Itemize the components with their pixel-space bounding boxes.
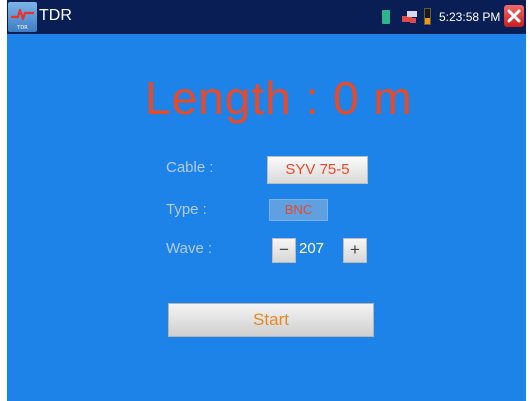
clock: 5:23:58 PM (439, 10, 501, 24)
sd-card-icon (382, 10, 390, 24)
cable-label: Cable : (166, 159, 214, 176)
close-icon (507, 9, 521, 23)
start-button[interactable]: Start (168, 303, 374, 337)
waveform-icon (11, 8, 34, 21)
app-title: TDR (39, 7, 72, 24)
length-readout: Length : 0 m (145, 72, 413, 124)
network-icon (402, 11, 417, 23)
tdr-app-icon[interactable]: TDR (8, 2, 37, 32)
wave-decrement-button[interactable]: − (272, 238, 296, 263)
title-bar: TDR TDR 5:23:58 PM (7, 0, 526, 34)
tdr-screen: TDR TDR 5:23:58 PM Length : 0 m Cable : … (7, 0, 526, 401)
wave-increment-button[interactable]: + (343, 238, 367, 263)
app-icon-label: TDR (17, 25, 28, 31)
type-label: Type : (166, 201, 207, 218)
cable-select-button[interactable]: SYV 75-5 (267, 156, 368, 184)
close-button[interactable] (504, 5, 524, 27)
wave-label: Wave : (166, 240, 213, 257)
type-select-button[interactable]: BNC (269, 199, 328, 221)
battery-icon (424, 8, 431, 25)
wave-value: 207 (299, 240, 325, 257)
